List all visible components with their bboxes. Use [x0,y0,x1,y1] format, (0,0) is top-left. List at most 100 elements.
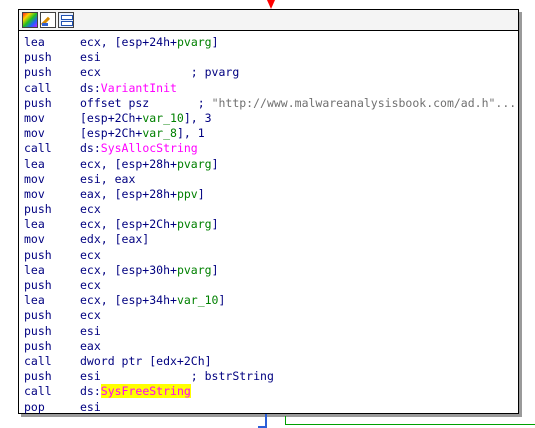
asm-operand: ], 1 [176,126,205,141]
asm-operand: ], 3 [183,110,212,125]
asm-line[interactable]: call ds:SysFreeString [24,384,518,399]
asm-comment: ; pvarg [100,65,240,80]
asm-operand: esi [80,399,101,414]
asm-variable: pvarg [176,217,212,232]
asm-mnemonic: push [24,369,52,384]
asm-mnemonic: push [24,202,52,217]
asm-variable: var_10 [176,293,219,308]
asm-mnemonic: push [24,65,52,80]
outgoing-edge-false [285,424,535,425]
asm-mnemonic: lea [24,156,45,171]
asm-operand: ecx, [esp+28h+ [80,156,177,171]
asm-operand: ecx [80,247,101,262]
disassembly-listing[interactable]: lea ecx, [esp+24h+pvarg] push esi push ecx ; … [19,31,518,415]
asm-operand: ] [211,262,219,277]
asm-mnemonic: push [24,278,52,292]
asm-mnemonic: call [24,80,52,95]
asm-operand: [esp+2Ch+ [80,126,143,141]
asm-mnemonic: mov [24,171,45,186]
asm-line[interactable]: pop esi [24,400,518,415]
color-palette-icon[interactable] [22,12,38,28]
asm-operand: ecx [80,278,101,292]
asm-line[interactable]: mov edx, [eax] [24,232,518,247]
asm-operand: ecx, [esp+34h+ [80,293,177,308]
asm-comment: ; bstrString [100,369,274,384]
asm-line[interactable]: mov [esp+2Ch+var_10], 3 [24,111,518,126]
asm-variable: pvarg [176,35,212,49]
asm-operand: ecx [80,202,101,217]
node-header-toolbar [19,10,518,31]
edit-pen-icon[interactable] [40,12,56,28]
asm-operand: + [170,35,177,49]
asm-operand: esi, eax [80,171,136,186]
asm-string-literal: "http://www.malwareanalysisbook.com/ad.h… [211,95,517,110]
asm-line[interactable]: push esi [24,50,518,65]
asm-variable: pvarg [176,156,212,171]
asm-operand: ] [211,156,219,171]
asm-mnemonic: mov [24,110,45,125]
asm-variable: ppv [176,186,198,201]
asm-line[interactable]: call ds:SysAllocString [24,141,518,156]
asm-mnemonic: lea [24,217,45,232]
asm-operand: ] [211,217,219,232]
asm-line[interactable]: push offset psz ; "http://www.malwareanal… [24,96,518,111]
asm-mnemonic: mov [24,126,45,141]
asm-mnemonic: call [24,384,52,399]
asm-operand: edx, [eax] [80,232,150,247]
asm-line[interactable]: call dword ptr [edx+2Ch] [24,354,518,369]
asm-mnemonic: mov [24,186,45,201]
asm-mnemonic: call [24,141,52,156]
asm-api-name[interactable]: SysAllocString [101,141,198,155]
asm-operand: ] [197,186,205,201]
asm-operand: ] [211,35,219,49]
asm-operand: ecx, [esp+ [80,35,150,49]
asm-line[interactable]: push ecx [24,278,518,293]
asm-operand: esi [80,323,101,338]
asm-line[interactable]: mov eax, [esp+28h+ppv] [24,187,518,202]
asm-operand: [esp+2Ch+ [80,110,143,125]
asm-operand: ] [218,293,226,308]
asm-mnemonic: lea [24,35,45,49]
asm-comment: ; [149,95,212,110]
asm-mnemonic: push [24,308,52,323]
asm-line[interactable]: mov esi, eax [24,172,518,187]
asm-operand: eax [80,338,101,353]
asm-line[interactable]: push ecx [24,308,518,323]
asm-line[interactable]: push esi ; bstrString [24,369,518,384]
asm-line[interactable]: lea ecx, [esp+34h+var_10] [24,293,518,308]
asm-api-name[interactable]: VariantInit [101,81,177,95]
asm-operand: ds: [80,384,101,399]
asm-operand: dword ptr [edx+2Ch] [80,353,212,368]
asm-line[interactable]: push eax [24,339,518,354]
asm-line[interactable]: mov [esp+2Ch+var_8], 1 [24,126,518,141]
asm-line[interactable]: push ecx ; pvarg [24,65,518,80]
asm-line[interactable]: push esi [24,324,518,339]
asm-operand: ecx, [esp+2Ch+ [80,217,177,232]
asm-api-name-highlighted[interactable]: SysFreeString [100,384,191,399]
graph-overview-icon[interactable] [58,12,74,28]
asm-mnemonic: push [24,338,52,353]
asm-line[interactable]: lea ecx, [esp+24h+pvarg] [24,35,518,50]
asm-mnemonic: push [24,50,52,65]
asm-line[interactable]: lea ecx, [esp+28h+pvarg] [24,157,518,172]
asm-line[interactable]: call ds:VariantInit [24,81,518,96]
asm-operand: eax, [esp+28h+ [80,186,177,201]
asm-operand: esi [80,50,101,65]
asm-mnemonic: push [24,323,52,338]
asm-operand: offset psz [80,95,150,110]
asm-operand: ds: [80,141,101,156]
incoming-edge-arrow [267,0,275,9]
asm-mnemonic: push [24,95,52,110]
asm-operand: 24h [149,35,171,49]
asm-mnemonic: call [24,353,52,368]
graph-node-basic-block[interactable]: lea ecx, [esp+24h+pvarg] push esi push ecx ; … [18,9,519,414]
asm-line[interactable]: lea ecx, [esp+2Ch+pvarg] [24,217,518,232]
asm-operand: ecx, [esp+30h+ [80,262,177,277]
asm-line[interactable]: lea ecx, [esp+30h+pvarg] [24,263,518,278]
asm-line[interactable]: push ecx [24,248,518,263]
asm-mnemonic: mov [24,232,45,247]
asm-line[interactable]: push ecx [24,202,518,217]
asm-variable: var_8 [142,126,177,141]
asm-mnemonic: lea [24,293,45,308]
asm-operand: ds: [80,80,101,95]
